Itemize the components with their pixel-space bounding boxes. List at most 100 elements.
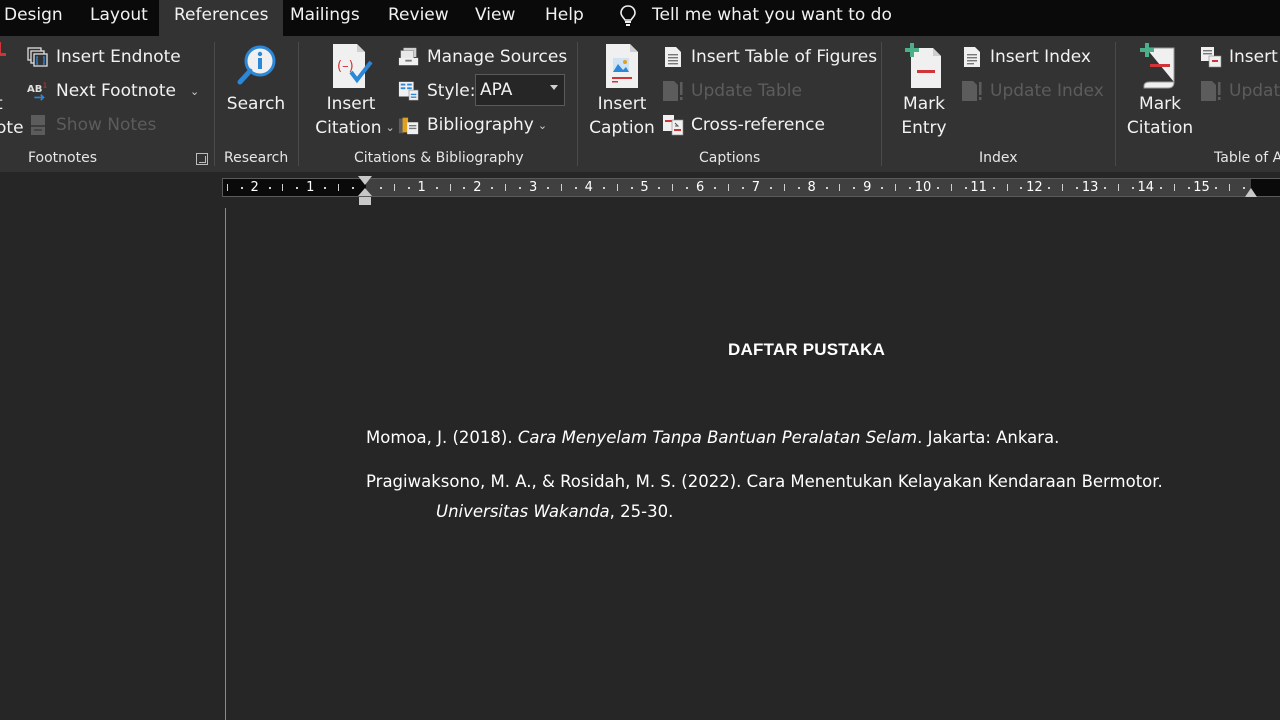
show-notes-button[interactable]: Show Notes: [27, 110, 156, 140]
bibliography-button[interactable]: Bibliography ⌄: [398, 110, 547, 140]
ruler-tick: [728, 184, 730, 191]
insert-table-of-figures-button[interactable]: Insert Table of Figures: [662, 42, 877, 72]
insert-endnote-label: Insert Endnote: [56, 47, 181, 67]
citation-style-select[interactable]: APA: [475, 74, 565, 106]
right-indent-marker[interactable]: [1245, 188, 1257, 197]
ruler-dot: [630, 187, 633, 189]
manage-sources-button[interactable]: Manage Sources: [398, 42, 567, 72]
insert-table-of-authorities-button[interactable]: Insert T: [1200, 42, 1280, 72]
page-left-edge: [225, 208, 226, 720]
ribbon: t ote Insert Endnote AB1 Next Footnote ⌄…: [0, 36, 1280, 172]
tab-view[interactable]: View: [475, 0, 515, 36]
citation-style-value: APA: [480, 80, 513, 100]
ruler-number: 12: [1026, 180, 1043, 195]
ruler-dot: [797, 187, 800, 189]
insert-index-button[interactable]: Insert Index: [961, 42, 1091, 72]
insert-footnote-label-1: t: [0, 92, 3, 116]
ruler-tick: [950, 184, 952, 191]
chevron-down-icon: ⌄: [385, 121, 395, 134]
reference-italic-text: Universitas Wakanda: [436, 502, 610, 521]
insert-footnote-label-2: ote: [0, 118, 24, 138]
ruler-dot: [491, 187, 494, 189]
next-footnote-button[interactable]: AB 1 Next Footnote ⌄: [27, 76, 199, 106]
ruler-tick: [895, 184, 897, 191]
insert-citation-label-2: Citation: [315, 118, 382, 138]
tab-review[interactable]: Review: [388, 0, 449, 36]
horizontal-ruler[interactable]: 2 1 1 2 3 4 5 6 7 8 9 10 11 12 13 14 15: [222, 178, 1280, 197]
ruler-tick: [393, 184, 395, 191]
insert-endnote-icon: [27, 46, 49, 68]
ruler-dot: [964, 187, 967, 189]
insert-citation-button[interactable]: (–) Insert Citation ⌄: [310, 42, 395, 140]
group-separator: [881, 42, 882, 166]
mark-entry-button[interactable]: Mark Entry: [896, 42, 952, 140]
tab-help[interactable]: Help: [545, 0, 584, 36]
manage-sources-label: Manage Sources: [427, 47, 568, 67]
insert-endnote-button[interactable]: Insert Endnote: [27, 42, 181, 72]
update-table-button[interactable]: Update Table: [662, 76, 802, 106]
update-index-button[interactable]: Update Index: [961, 76, 1104, 106]
svg-text:(–): (–): [337, 59, 354, 74]
tab-design[interactable]: Design: [4, 0, 63, 36]
ruler-tick: [560, 184, 562, 191]
tab-references[interactable]: References: [159, 0, 284, 36]
ruler-dot: [407, 187, 410, 189]
reference-line: Pragiwaksono, M. A., & Rosidah, M. S. (2…: [366, 467, 1163, 497]
reference-text: , 25-30.: [609, 502, 674, 521]
search-label: Search: [226, 94, 286, 114]
ruler-tick: [1117, 184, 1119, 191]
ruler-number: 6: [696, 180, 705, 195]
captions-group-label: Captions: [699, 150, 761, 166]
cross-reference-label: Cross-reference: [691, 115, 825, 135]
tell-me-search[interactable]: Tell me what you want to do: [618, 0, 892, 36]
update-table-of-authorities-button[interactable]: Update: [1200, 76, 1280, 106]
mark-citation-label-2: Citation: [1126, 118, 1194, 138]
ruler-number: 14: [1137, 180, 1155, 195]
cross-reference-button[interactable]: Cross-reference: [662, 110, 825, 140]
ruler-dot: [1048, 187, 1051, 189]
ruler-tick: [1229, 184, 1231, 191]
ruler-dot: [881, 187, 884, 189]
ruler-dot: [463, 187, 466, 189]
insert-caption-button[interactable]: Insert Caption: [588, 42, 656, 140]
ruler-number: 9: [863, 180, 872, 195]
group-separator: [1115, 42, 1116, 166]
search-button[interactable]: Search: [226, 42, 286, 116]
ruler-dot: [324, 187, 327, 189]
style-icon: [398, 80, 420, 102]
ruler-number: 8: [807, 180, 816, 195]
cross-reference-icon: [662, 114, 684, 136]
ruler-dot: [1215, 187, 1218, 189]
tab-layout[interactable]: Layout: [90, 0, 148, 36]
insert-caption-label-1: Insert: [597, 94, 647, 114]
mark-citation-button[interactable]: Mark Citation: [1126, 42, 1194, 140]
insert-index-icon: [961, 46, 983, 68]
ruler-number: 11: [970, 180, 987, 195]
ruler-dot: [992, 187, 995, 189]
research-group-label: Research: [224, 150, 289, 166]
show-notes-icon: [27, 114, 49, 136]
insert-caption-icon: [598, 42, 646, 90]
update-table-of-authorities-label: Update: [1229, 81, 1280, 101]
reference-italic-text: Cara Menyelam Tanpa Bantuan Peralatan Se…: [517, 428, 918, 447]
ruler-tick: [282, 184, 284, 191]
ruler-tick: [338, 184, 340, 191]
hanging-indent-marker[interactable]: [358, 188, 372, 196]
document-canvas[interactable]: DAFTAR PUSTAKA Momoa, J. (2018). Cara Me…: [0, 208, 1280, 720]
ruler-dot: [658, 187, 661, 189]
insert-table-of-figures-icon: [662, 46, 684, 68]
reference-text: Momoa, J. (2018).: [366, 428, 518, 447]
left-indent-marker[interactable]: [359, 197, 371, 205]
ruler-tick: [449, 184, 451, 191]
mark-entry-label-1: Mark: [903, 94, 945, 114]
footnotes-dialog-launcher-icon[interactable]: [196, 153, 208, 165]
first-line-indent-marker[interactable]: [358, 176, 372, 185]
ruler-dot: [574, 187, 577, 189]
ruler-dot: [825, 187, 828, 189]
mark-entry-icon: [900, 42, 948, 90]
insert-footnote-button[interactable]: t ote: [0, 92, 24, 140]
svg-text:1: 1: [43, 80, 48, 89]
chevron-down-icon[interactable]: ⌄: [190, 85, 199, 98]
insert-index-label: Insert Index: [990, 47, 1091, 67]
tab-mailings[interactable]: Mailings: [290, 0, 360, 36]
